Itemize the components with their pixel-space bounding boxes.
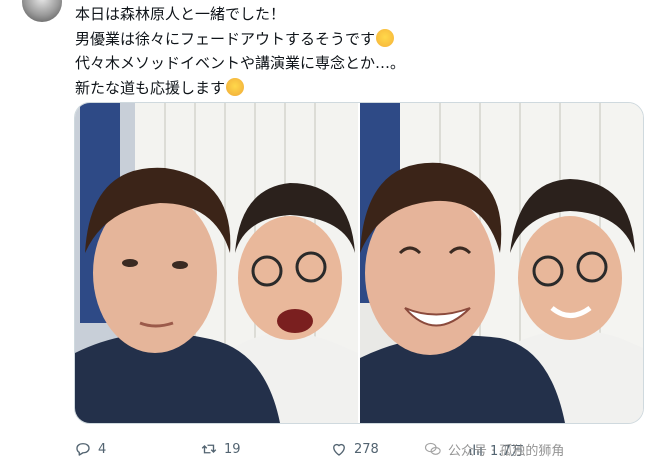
saluting-emoji-icon <box>226 77 245 96</box>
repost-icon <box>201 444 217 454</box>
tweet-text: 本日は森林原人と一緒でした！ 男優業は徐々にフェードアウトするそうです 代々木メ… <box>75 2 635 100</box>
tweet-line-4: 新たな道も応援します <box>75 76 635 101</box>
watermark-text: 公众号 · 孤独的狮角 <box>448 443 565 459</box>
tweet-line-3: 代々木メソッドイベントや講演業に専念とか…。 <box>75 54 406 72</box>
two-men-smiling-selfie-photo-icon <box>360 103 643 423</box>
tweet-line-2-text: 男優業は徐々にフェードアウトするそうです <box>75 29 376 48</box>
wechat-watermark: 公众号 · 孤独的狮角 <box>424 438 564 460</box>
photo-left[interactable] <box>75 103 358 423</box>
repost-count: 19 <box>224 441 241 457</box>
tweet-line-1: 本日は森林原人と一緒でした！ <box>75 5 286 23</box>
repost-button[interactable]: 19 <box>200 436 241 462</box>
tweet-line-4-text: 新たな道も応援します <box>75 78 226 97</box>
like-count: 278 <box>354 441 379 457</box>
laughing-emoji-icon <box>376 28 395 47</box>
avatar[interactable] <box>22 0 62 22</box>
wechat-icon <box>424 442 441 455</box>
reply-button[interactable]: 4 <box>74 436 106 462</box>
reply-count: 4 <box>98 441 107 457</box>
tweet-line-2: 男優業は徐々にフェードアウトするそうです <box>75 27 635 52</box>
two-men-selfie-photo-icon <box>75 103 358 423</box>
reply-icon <box>76 443 90 456</box>
heart-icon <box>333 443 345 456</box>
like-button[interactable]: 278 <box>330 436 379 462</box>
photo-right[interactable] <box>360 103 643 423</box>
tweet-media[interactable] <box>74 102 644 424</box>
